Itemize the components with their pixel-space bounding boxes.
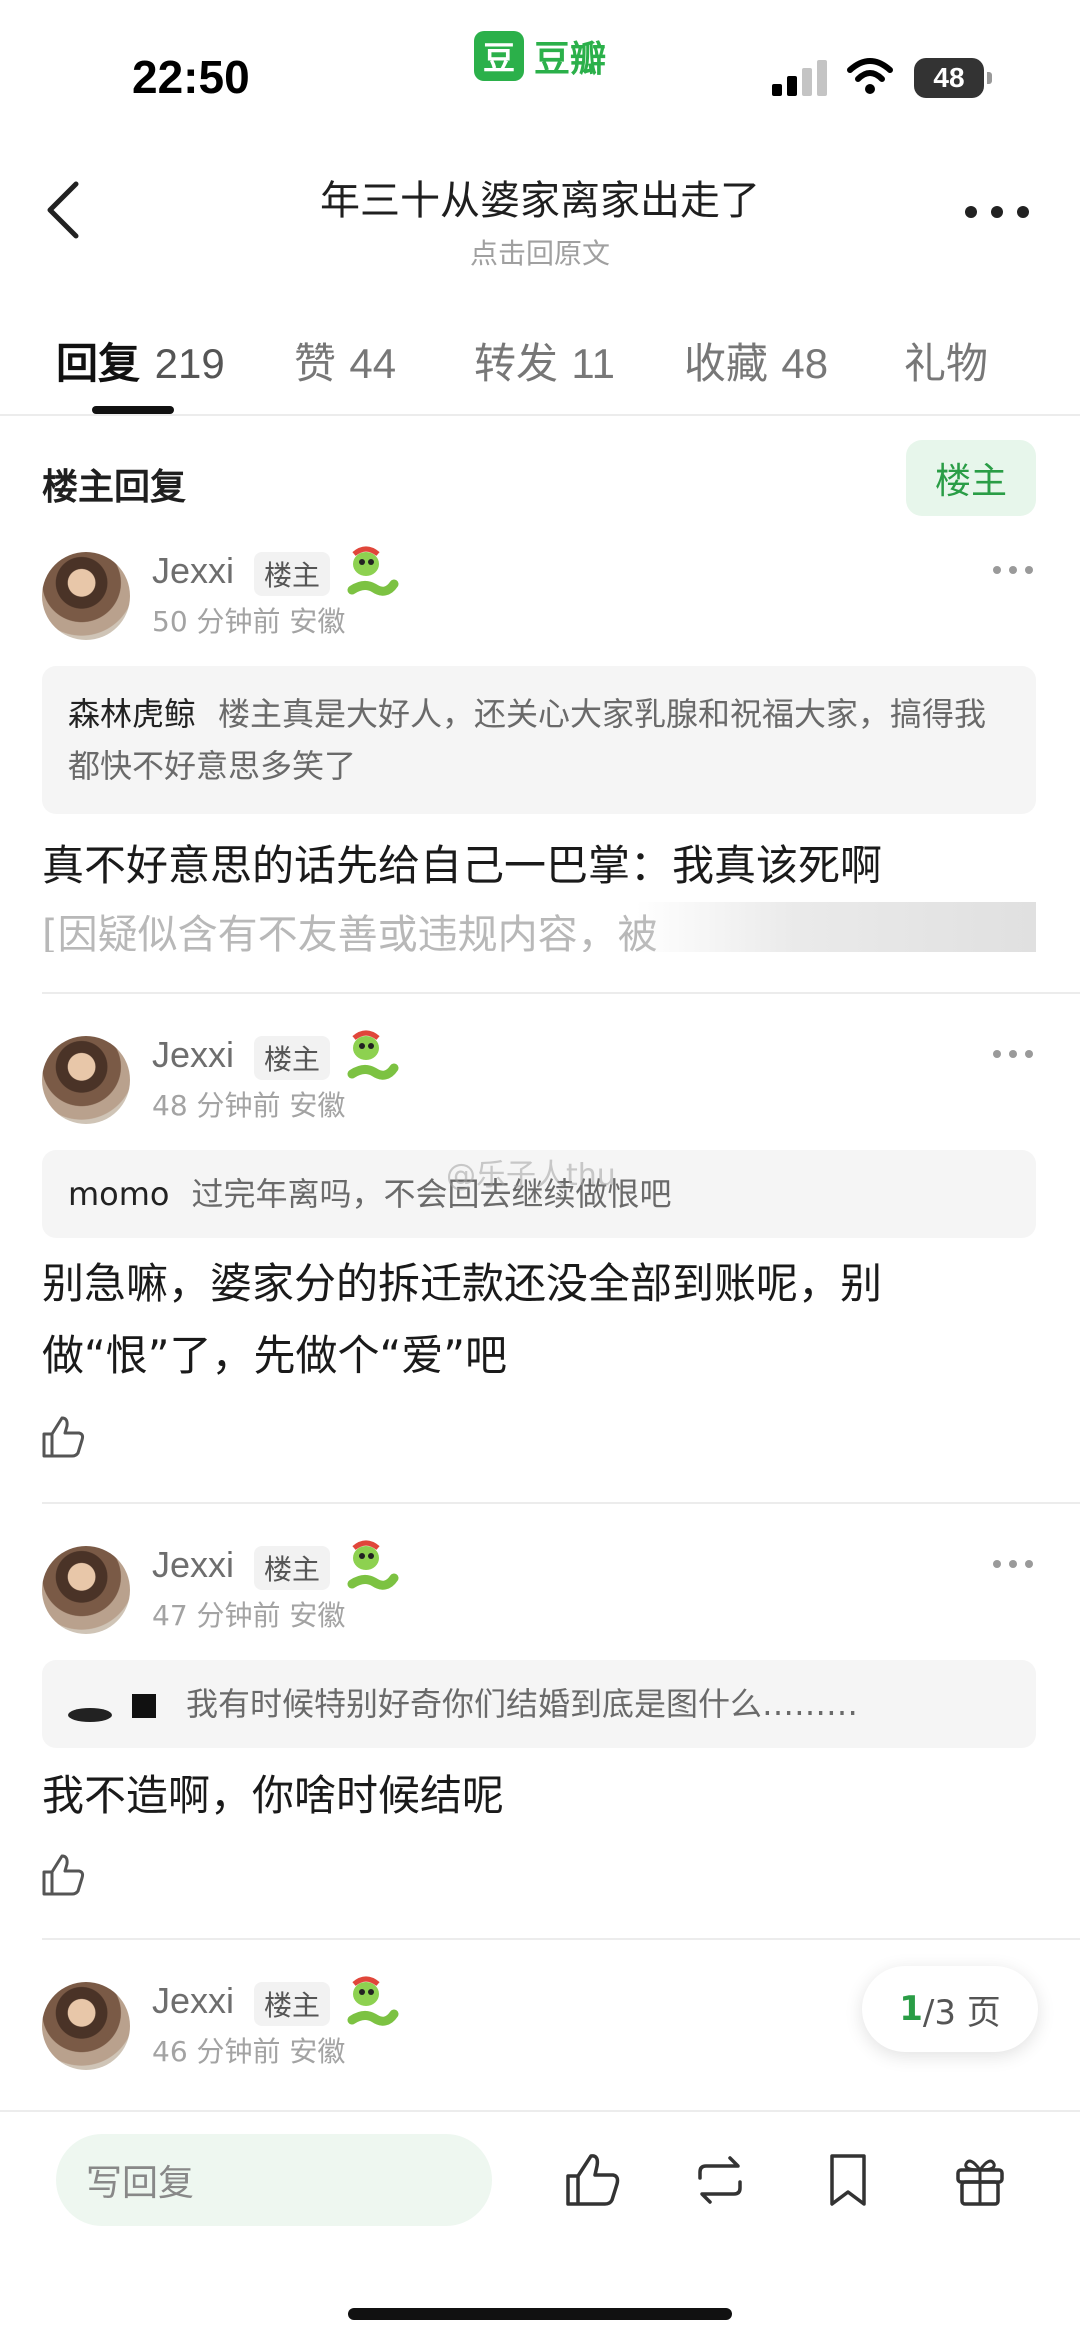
- gift-icon[interactable]: [950, 2150, 1010, 2210]
- tab-active-indicator: [92, 406, 174, 414]
- quoted-reply[interactable]: 森林虎鲸 楼主真是大好人，还关心大家乳腺和祝福大家，搞得我都快不好意思多笑了: [42, 666, 1036, 814]
- nav-header: 年三十从婆家离家出走了 点击回原文: [0, 150, 1080, 270]
- reply-text: 真不好意思的话先给自己一巴掌：我真该死啊: [42, 841, 883, 890]
- reply-text: 我不造啊，你啥时候结呢: [42, 1771, 505, 1820]
- signal-icon: [772, 60, 832, 96]
- quoted-text: 楼主真是大好人，还关心大家乳腺和祝福大家，搞得我都快不好意思多笑了: [68, 695, 987, 785]
- user-name[interactable]: Jexxi: [152, 1544, 234, 1586]
- op-badge: 楼主: [254, 1982, 330, 2026]
- op-badge: 楼主: [254, 1546, 330, 1590]
- snake-emoji-icon: [347, 1030, 399, 1080]
- reply-text: 别急嘛，婆家分的拆迁款还没全部到账呢，别做“恨”了，先做个“爱”吧: [42, 1259, 883, 1380]
- avatar[interactable]: [42, 1982, 130, 2070]
- tab-likes[interactable]: 赞 44: [294, 330, 396, 391]
- reply-meta: 47 分钟前 安徽: [152, 1599, 346, 1632]
- reply-meta: 46 分钟前 安徽: [152, 2035, 346, 2068]
- app-badge: 豆 豆瓣: [474, 30, 606, 82]
- more-icon[interactable]: [993, 566, 1033, 576]
- quoted-user-name: 森林虎鲸: [68, 695, 197, 733]
- repost-icon[interactable]: [690, 2150, 750, 2210]
- user-name[interactable]: Jexxi: [152, 1980, 234, 2022]
- avatar[interactable]: [42, 1036, 130, 1124]
- op-badge: 楼主: [254, 552, 330, 596]
- divider: [42, 1502, 1080, 1504]
- snake-emoji-icon: [347, 1976, 399, 2026]
- wifi-icon: [847, 58, 893, 94]
- app-name: 豆瓣: [534, 39, 607, 80]
- more-icon[interactable]: [993, 1560, 1033, 1570]
- snake-emoji-icon: [347, 546, 399, 596]
- hidden-content-notice: [因疑似含有不友善或违规内容，被: [42, 902, 1036, 952]
- douban-logo-icon: 豆: [474, 31, 524, 81]
- title-block[interactable]: 年三十从婆家离家出走了 点击回原文: [190, 168, 890, 272]
- user-name[interactable]: Jexxi: [152, 1034, 234, 1076]
- avatar[interactable]: [42, 1546, 130, 1634]
- status-bar: 22:50 豆 豆瓣 48: [0, 0, 1080, 130]
- avatar[interactable]: [42, 552, 130, 640]
- more-icon[interactable]: [993, 1050, 1033, 1060]
- more-icon[interactable]: [965, 202, 1029, 222]
- back-to-original-link[interactable]: 点击回原文: [190, 232, 890, 272]
- quoted-user-name: momo: [68, 1175, 170, 1213]
- bottom-action-bar: 写回复: [0, 2110, 1080, 2341]
- quoted-user-avatar-icon: [68, 1690, 156, 1722]
- bookmark-icon[interactable]: [818, 2150, 878, 2210]
- status-time: 22:50: [132, 51, 250, 103]
- tab-reposts[interactable]: 转发 11: [474, 330, 615, 391]
- back-icon[interactable]: [40, 178, 90, 242]
- tab-replies[interactable]: 回复 219: [56, 330, 225, 391]
- user-name[interactable]: Jexxi: [152, 550, 234, 592]
- tab-gifts[interactable]: 礼物: [904, 330, 988, 391]
- reply-input[interactable]: 写回复: [56, 2134, 492, 2226]
- like-icon[interactable]: [562, 2150, 622, 2210]
- tab-collections[interactable]: 收藏 48: [684, 330, 828, 391]
- section-title: 楼主回复: [42, 467, 187, 508]
- divider: [42, 992, 1080, 994]
- page-title: 年三十从婆家离家出走了: [320, 178, 760, 224]
- snake-emoji-icon: [347, 1540, 399, 1590]
- op-badge: 楼主: [254, 1036, 330, 1080]
- reply-meta: 50 分钟前 安徽: [152, 605, 346, 638]
- blur-overlay: [636, 902, 1036, 952]
- divider: [42, 1938, 1080, 1940]
- quoted-reply[interactable]: 我有时候特别好奇你们结婚到底是图什么………: [42, 1660, 1036, 1748]
- quoted-text: 我有时候特别好奇你们结婚到底是图什么………: [186, 1685, 859, 1723]
- watermark: @乐子人thu: [446, 1158, 616, 1193]
- tab-bar: 回复 219 赞 44 转发 11 收藏 48 礼物: [0, 320, 1080, 416]
- reply-meta: 48 分钟前 安徽: [152, 1089, 346, 1122]
- current-page: 1: [899, 1989, 923, 2029]
- like-icon[interactable]: [40, 1852, 86, 1898]
- op-filter-chip[interactable]: 楼主: [906, 440, 1036, 516]
- home-indicator: [348, 2308, 732, 2320]
- page-indicator[interactable]: 1/3 页: [862, 1966, 1038, 2052]
- total-pages: /3 页: [922, 1992, 1001, 2033]
- like-icon[interactable]: [40, 1414, 86, 1460]
- battery-indicator: 48: [914, 58, 992, 98]
